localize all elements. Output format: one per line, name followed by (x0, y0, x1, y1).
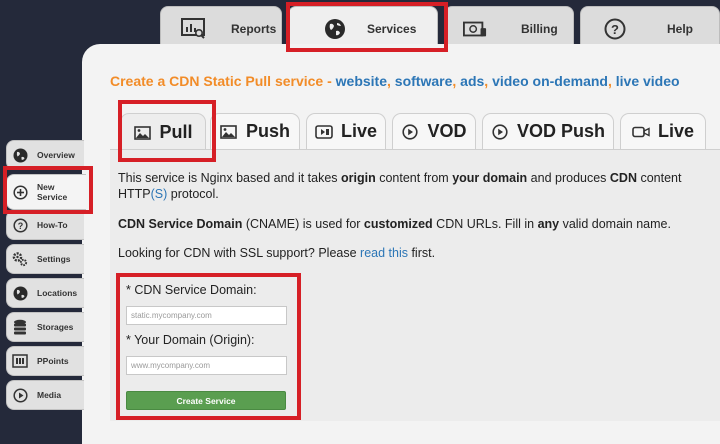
sidebar-item-label: How-To (37, 220, 68, 230)
sidebar-item-overview[interactable]: Overview (6, 140, 84, 170)
origin-domain-label: * Your Domain (Origin): (126, 333, 255, 347)
link-ads[interactable]: ads (460, 73, 484, 89)
svg-text:?: ? (611, 22, 619, 37)
link-website[interactable]: website (336, 73, 387, 89)
plus-circle-icon (12, 184, 28, 200)
cdn-domain-label: * CDN Service Domain: (126, 283, 257, 297)
sidebar-item-label: Locations (37, 288, 78, 298)
sidebar-item-label: PPoints (37, 356, 69, 366)
service-tab-live[interactable]: Live (306, 113, 386, 149)
image-icon (220, 123, 238, 141)
service-tab-push[interactable]: Push (210, 113, 300, 149)
sidebar-item-how-to[interactable]: ? How-To (6, 210, 84, 240)
service-tab-label: Live (340, 121, 378, 141)
sidebar-item-settings[interactable]: Settings (6, 244, 84, 274)
sidebar-item-label: Overview (37, 150, 75, 160)
database-icon (12, 319, 28, 335)
link-live-video[interactable]: live video (616, 73, 680, 89)
sidebar-item-storages[interactable]: Storages (6, 312, 84, 342)
live-camera-icon (315, 123, 333, 141)
question-icon: ? (12, 217, 28, 233)
sidebar-item-label: Settings (37, 254, 71, 264)
info-paragraph-3: Looking for CDN with SSL support? Please… (118, 246, 436, 260)
origin-domain-input[interactable] (126, 356, 287, 375)
link-https[interactable]: (S) (151, 187, 168, 201)
service-tab-pull[interactable]: Pull (120, 113, 206, 151)
tab-label: Help (667, 21, 694, 36)
info-paragraph-1: This service is Nginx based and it takes… (118, 171, 682, 201)
tab-label: Reports (231, 21, 277, 36)
sidebar-item-label: Storages (37, 322, 74, 332)
tab-label: Billing (521, 21, 558, 36)
service-tab-live-video[interactable]: Live (620, 113, 706, 149)
sidebar-item-new-service[interactable]: New Service (6, 174, 86, 210)
play-circle-icon (401, 123, 419, 141)
globe-icon (12, 285, 28, 301)
svg-text:?: ? (17, 221, 23, 231)
reports-icon (181, 17, 205, 41)
globe-icon (12, 147, 28, 163)
image-icon (133, 124, 151, 142)
service-tab-vod-push[interactable]: VOD Push (482, 113, 614, 149)
info-paragraph-2: CDN Service Domain (CNAME) is used for c… (118, 217, 671, 231)
tab-label: Services (367, 21, 417, 36)
service-tabs: Pull Push Live VOD VOD Push Live (110, 113, 720, 151)
service-tab-label: Pull (159, 122, 193, 142)
create-service-button[interactable]: Create Service (126, 391, 286, 410)
gears-icon (12, 251, 28, 267)
play-circle-icon (12, 387, 28, 403)
ppoints-icon (12, 353, 28, 369)
service-tab-vod[interactable]: VOD (392, 113, 476, 149)
page-heading: Create a CDN Static Pull service - websi… (110, 73, 680, 89)
sidebar-item-label: New Service (37, 182, 68, 202)
sidebar-item-label: Media (37, 390, 62, 400)
play-circle-icon (491, 123, 509, 141)
service-tab-label: Push (245, 121, 290, 141)
help-icon: ? (603, 17, 627, 41)
sidebar-item-ppoints[interactable]: PPoints (6, 346, 84, 376)
service-tab-label: VOD Push (516, 121, 605, 141)
video-camera-icon (632, 123, 650, 141)
cdn-domain-input[interactable] (126, 306, 287, 325)
billing-icon (463, 17, 487, 41)
link-read-this[interactable]: read this (360, 246, 408, 260)
service-tab-label: VOD (427, 121, 467, 141)
link-software[interactable]: software (395, 73, 453, 89)
sidebar-item-media[interactable]: Media (6, 380, 84, 410)
globe-icon (323, 17, 347, 41)
sidebar-item-locations[interactable]: Locations (6, 278, 84, 308)
service-tab-label: Live (657, 121, 695, 141)
link-vod[interactable]: video on-demand (492, 73, 608, 89)
